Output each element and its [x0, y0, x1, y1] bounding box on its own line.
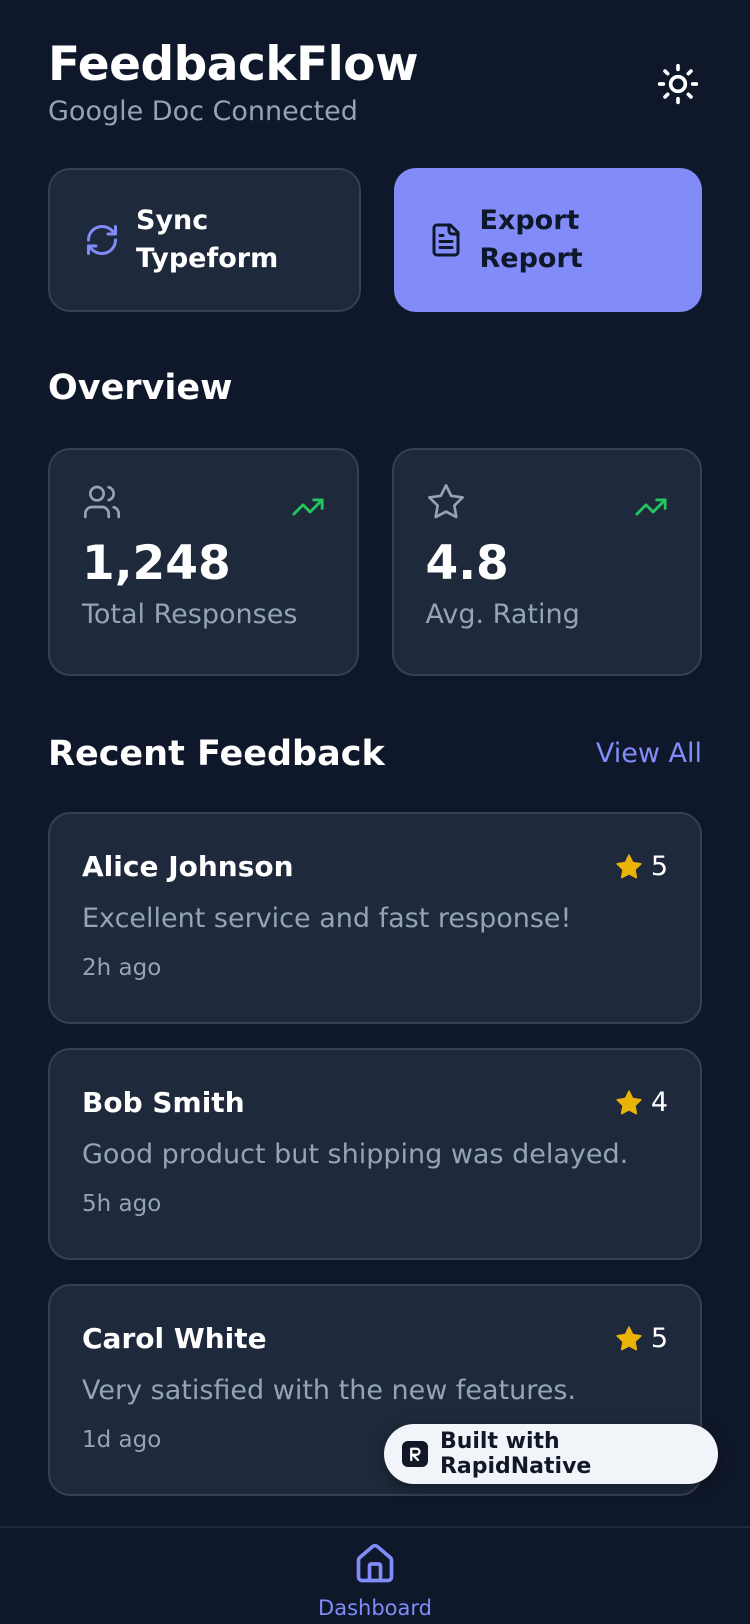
feedback-message: Very satisfied with the new features. [82, 1375, 577, 1406]
recent-feedback-title: Recent Feedback [48, 734, 385, 774]
sun-icon [657, 63, 699, 105]
overview-title: Overview [48, 368, 233, 408]
rapidnative-logo-icon [402, 1441, 428, 1467]
feedback-author: Alice Johnson [82, 850, 294, 883]
feedback-rating: 5 [615, 1322, 668, 1356]
feedback-message: Good product but shipping was delayed. [82, 1139, 629, 1170]
quick-actions: Sync Typeform Export Report [48, 168, 702, 312]
feedback-time: 5h ago [82, 1191, 162, 1217]
feedback-author: Carol White [82, 1322, 267, 1355]
users-icon [82, 482, 122, 522]
feedback-author: Bob Smith [82, 1086, 245, 1119]
feedback-time: 2h ago [82, 955, 162, 981]
stat-value: 1,248 [82, 536, 231, 591]
sync-typeform-button[interactable]: Sync Typeform [48, 168, 361, 312]
view-all-link[interactable]: View All [596, 734, 702, 774]
trending-up-icon [291, 490, 325, 524]
stat-card-avg-rating[interactable]: 4.8 Avg. Rating [391, 448, 702, 676]
stat-label: Total Responses [82, 599, 298, 630]
nav-label: Dashboard [318, 1596, 432, 1620]
stats-row: 1,248 Total Responses 4.8 Avg. Rating [48, 448, 702, 676]
stat-label: Avg. Rating [425, 599, 580, 630]
feedback-rating: 4 [615, 1086, 668, 1120]
connection-status: Google Doc Connected [48, 96, 358, 127]
built-with-badge[interactable]: Built with RapidNative [384, 1424, 718, 1484]
badge-text: Built with RapidNative [439, 1429, 592, 1479]
bottom-nav: Dashboard [0, 1526, 750, 1624]
feedback-card[interactable]: Bob Smith 4 Good product but shipping wa… [48, 1048, 702, 1260]
nav-item-dashboard[interactable]: Dashboard [0, 1542, 750, 1622]
home-icon [353, 1542, 397, 1586]
theme-toggle-button[interactable] [654, 60, 702, 108]
file-text-icon [428, 222, 464, 258]
star-filled-icon [615, 1089, 643, 1117]
rating-value: 5 [650, 851, 668, 882]
star-filled-icon [615, 1325, 643, 1353]
app-title: FeedbackFlow [48, 37, 419, 92]
header: FeedbackFlow Google Doc Connected [48, 36, 702, 136]
sync-typeform-label: Sync Typeform [136, 205, 279, 274]
feedback-rating: 5 [615, 850, 668, 884]
stat-value: 4.8 [425, 536, 509, 591]
export-report-label: Export Report [479, 205, 583, 274]
star-outline-icon [426, 482, 466, 522]
feedback-card[interactable]: Alice Johnson 5 Excellent service and fa… [48, 812, 702, 1024]
rating-value: 4 [650, 1087, 668, 1118]
stat-card-total-responses[interactable]: 1,248 Total Responses [48, 448, 359, 676]
refresh-icon [84, 222, 120, 258]
feedback-list: Alice Johnson 5 Excellent service and fa… [48, 812, 702, 1520]
export-report-button[interactable]: Export Report [393, 168, 702, 312]
star-filled-icon [615, 853, 643, 881]
feedback-message: Excellent service and fast response! [82, 903, 572, 934]
app-screen: FeedbackFlow Google Doc Connected Sync T… [0, 0, 750, 1624]
rating-value: 5 [650, 1323, 668, 1354]
trending-up-icon [634, 490, 668, 524]
